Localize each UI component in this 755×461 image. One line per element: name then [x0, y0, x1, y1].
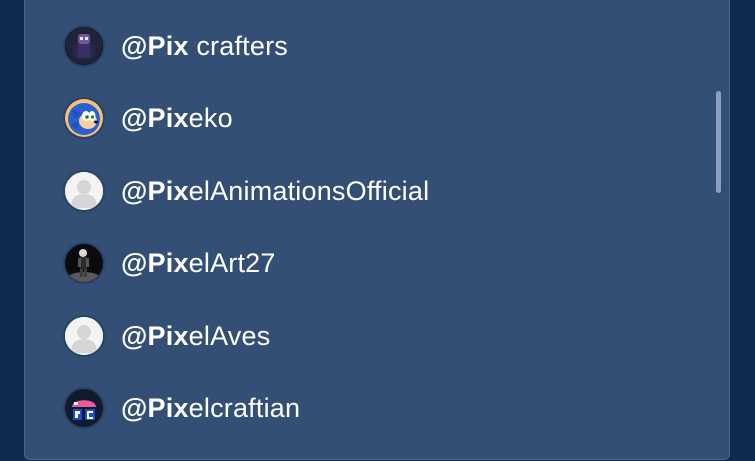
suggestion-handle: @PixelAnimationsOfficial	[121, 175, 430, 206]
blue-hedgehog-avatar-icon	[63, 97, 105, 139]
suggestion-handle: @PixelArt27	[121, 247, 276, 278]
suggestion-item-pix-crafters[interactable]: @Pix crafters	[63, 22, 703, 70]
dark-figure-avatar-icon	[63, 242, 105, 284]
mention-suggestions-screen: @Pix crafters @Pixeko @PixelAnimationsOf…	[0, 0, 755, 461]
pixel-logo-avatar-icon	[63, 387, 105, 429]
suggestion-handle: @Pixelcraftian	[121, 392, 301, 423]
suggestion-item-pixelaves[interactable]: @PixelAves	[63, 312, 703, 360]
default-user-avatar-icon	[63, 170, 105, 212]
suggestion-handle: @Pix crafters	[121, 30, 288, 61]
scrollbar-thumb[interactable]	[716, 91, 721, 193]
suggestion-item-pixelcraftian[interactable]: @Pixelcraftian	[63, 384, 703, 432]
suggestion-handle: @Pixeko	[121, 102, 233, 133]
mention-suggestions-dropdown: @Pix crafters @Pixeko @PixelAnimationsOf…	[24, 0, 730, 460]
dark-character-avatar-icon	[63, 25, 105, 67]
suggestion-handle: @PixelAves	[121, 320, 271, 351]
suggestion-item-pixeko[interactable]: @Pixeko	[63, 94, 703, 142]
suggestion-item-pixelanimationsofficial[interactable]: @PixelAnimationsOfficial	[63, 167, 703, 215]
suggestion-item-pixelart27[interactable]: @PixelArt27	[63, 239, 703, 287]
default-user-avatar-icon	[63, 315, 105, 357]
